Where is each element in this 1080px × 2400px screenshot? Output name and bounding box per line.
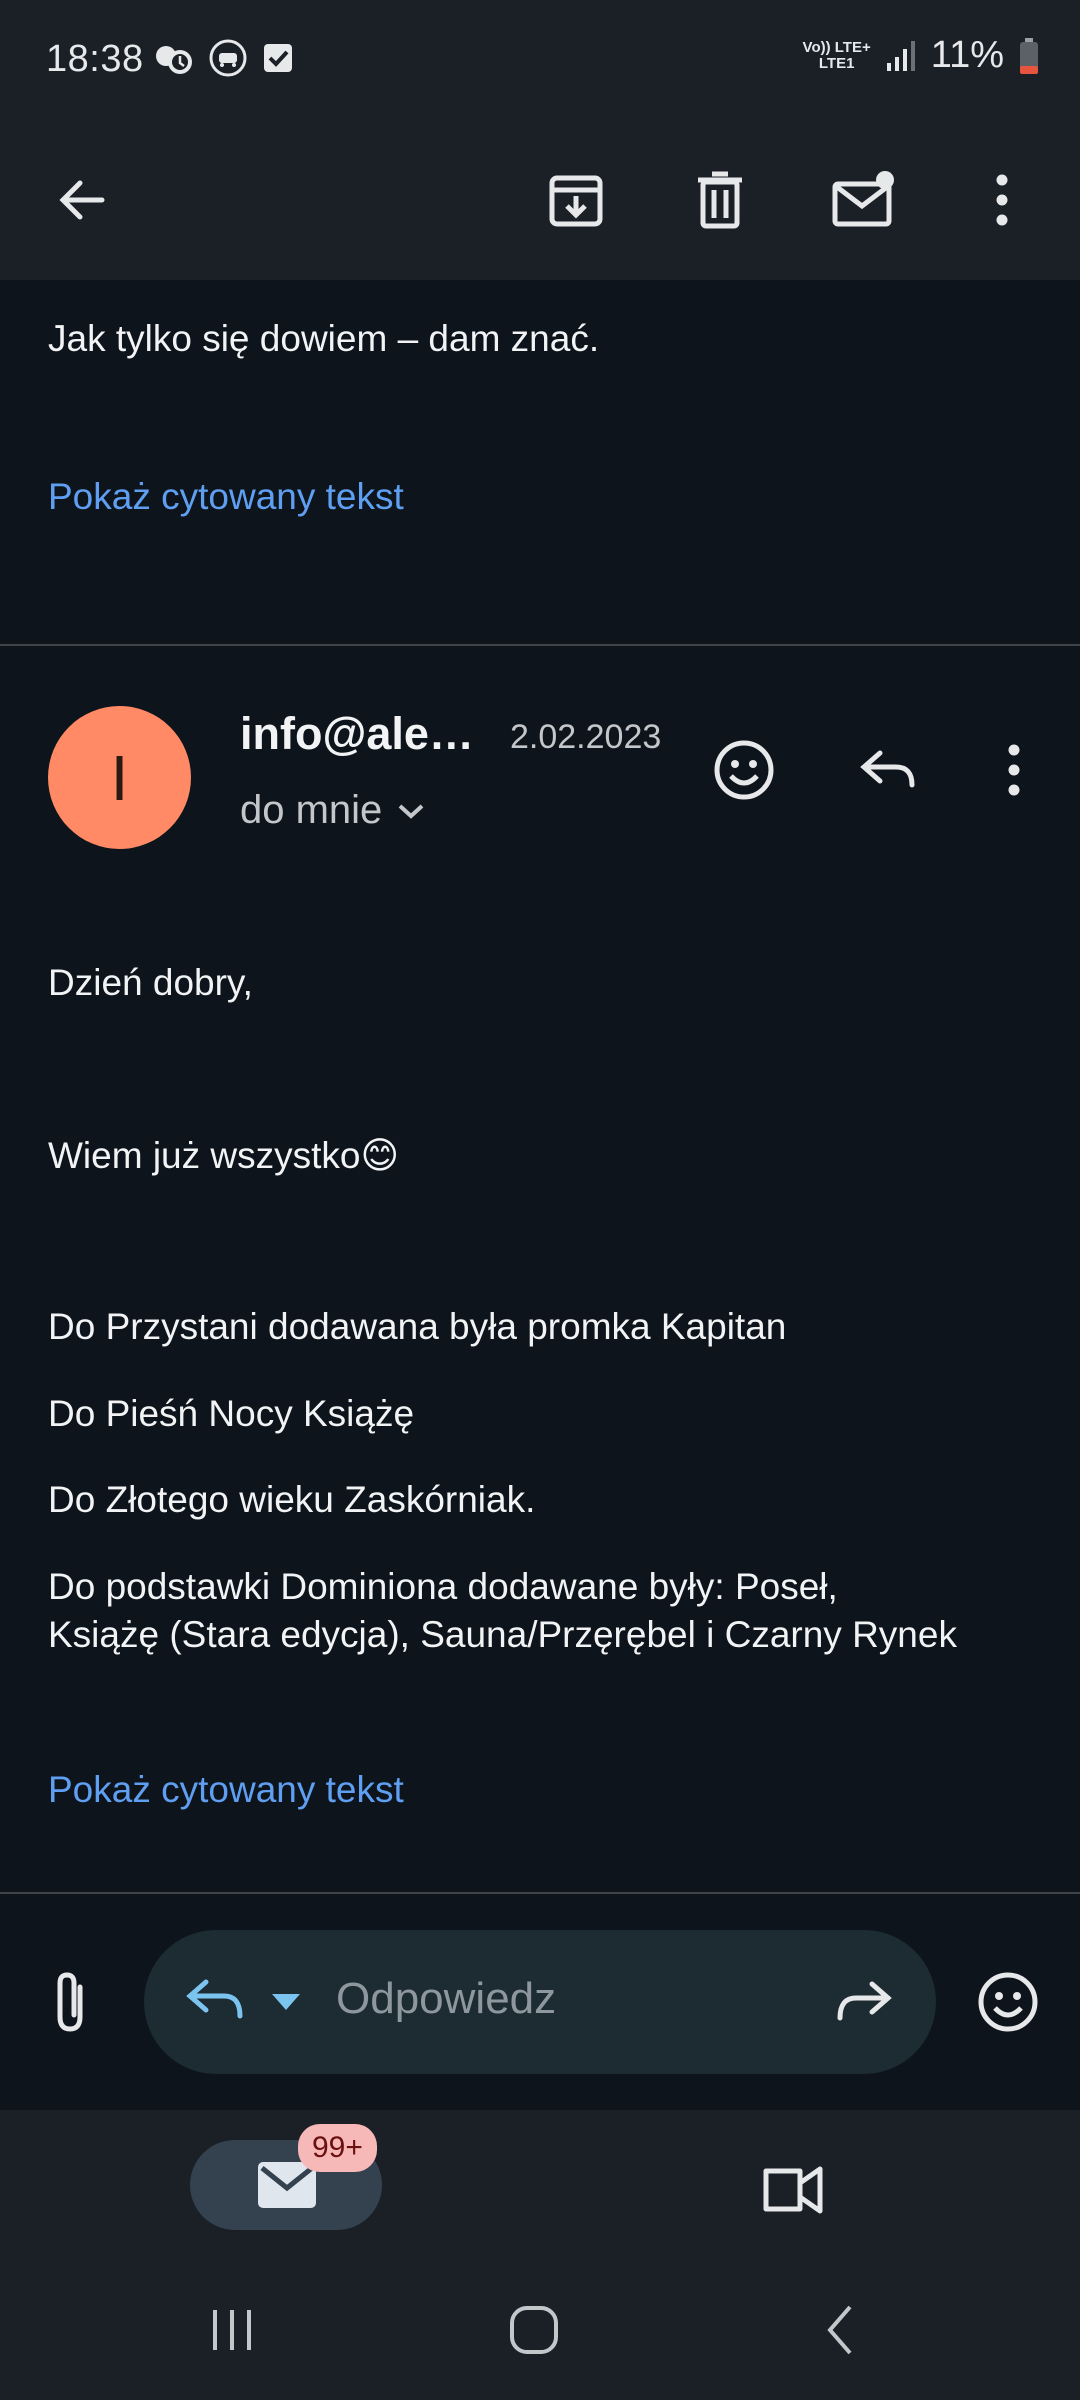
arrow-left-icon [59, 180, 105, 220]
message-body-line: Książę (Stara edycja), Sauna/Przęrębel i… [48, 1614, 957, 1655]
attach-button[interactable] [30, 1956, 110, 2048]
network-label-top: Vo)) LTE+ [802, 38, 871, 56]
network-label-bottom: LTE1 [818, 54, 855, 72]
message-body-line: Do podstawki Dominiona dodawane były: Po… [48, 1566, 838, 1607]
reply-icon [186, 1979, 243, 2019]
emoji-button[interactable] [968, 1958, 1048, 2046]
message-body-line: Dzień dobry, [48, 962, 253, 1003]
top-toolbar [0, 120, 1080, 280]
archive-button[interactable] [532, 156, 620, 244]
show-quoted-link[interactable]: Pokaż cytowany tekst [48, 1769, 404, 1811]
mail-unread-icon [832, 171, 894, 227]
thread-content: Jak tylko się dowiem – dam znać. Pokaż c… [0, 280, 1080, 1894]
status-system-icons: Vo)) LTE+ LTE1 11% [803, 34, 1040, 77]
smiley-icon [714, 740, 774, 800]
signal-icon [886, 40, 915, 71]
recipient-toggle[interactable]: do mnie [240, 788, 426, 833]
recents-icon [213, 2310, 251, 2350]
react-emoji-button[interactable] [700, 726, 788, 814]
message-date: 2.02.2023 [510, 718, 662, 756]
network-indicator: Vo)) LTE+ LTE1 [802, 38, 871, 72]
back-button[interactable] [38, 156, 126, 244]
trash-icon [698, 171, 742, 229]
mark-unread-button[interactable] [820, 156, 908, 244]
battery-icon [1020, 37, 1038, 74]
more-vert-icon [1008, 744, 1020, 796]
status-notification-icons [152, 38, 296, 78]
battery-percent: 11% [930, 34, 1004, 76]
home-button[interactable] [494, 2296, 574, 2364]
avatar[interactable]: I [48, 706, 191, 849]
bottom-navigation: 99+ [0, 2110, 1080, 2260]
status-bar: 18:38 Vo)) LTE+ LTE1 11% [0, 0, 1080, 120]
system-back-button[interactable] [800, 2296, 880, 2364]
more-options-button[interactable] [958, 156, 1046, 244]
reply-input-pill[interactable]: Odpowiedz [144, 1930, 936, 2074]
message-more-button[interactable] [970, 726, 1058, 814]
reply-icon [860, 750, 915, 788]
message-divider [0, 644, 1080, 646]
chevron-left-icon [827, 2305, 852, 2355]
smiley-icon [978, 1972, 1038, 2032]
home-icon [510, 2306, 558, 2354]
reply-button[interactable] [844, 726, 932, 814]
video-camera-icon [763, 2166, 823, 2214]
chevron-down-icon [398, 804, 424, 819]
message-body-line: Do Złotego wieku Zaskórniak. [48, 1479, 536, 1520]
show-quoted-link[interactable]: Pokaż cytowany tekst [48, 476, 404, 518]
message-body-line: Do Przystani dodawana była promka Kapita… [48, 1306, 787, 1347]
caret-down-icon[interactable] [270, 1992, 302, 2012]
avatar-letter: I [110, 741, 129, 814]
recipient-label: do mnie [240, 788, 383, 832]
status-time: 18:38 [46, 38, 144, 80]
message-body-line: Do Pieśń Nocy Książę [48, 1393, 415, 1434]
car-icon [209, 39, 247, 77]
previous-message-body: Jak tylko się dowiem – dam znać. [48, 318, 600, 359]
checkbox-icon [264, 44, 292, 72]
reply-placeholder[interactable]: Odpowiedz [336, 1974, 556, 2024]
delete-button[interactable] [676, 156, 764, 244]
recents-button[interactable] [192, 2300, 272, 2360]
more-vert-icon [996, 174, 1008, 226]
forward-icon[interactable] [834, 1976, 894, 2026]
mail-unread-badge: 99+ [298, 2124, 377, 2172]
sender-name[interactable]: info@ale… [240, 708, 474, 760]
bolt-moon-icon [156, 46, 192, 74]
nav-meet-tab[interactable] [748, 2150, 838, 2230]
system-navigation-bar [0, 2260, 1080, 2400]
archive-icon [549, 175, 603, 227]
reply-bar: Odpowiedz [0, 1894, 1080, 2110]
paperclip-icon [57, 1972, 83, 2032]
message-body-line: Wiem już wszystko😊 [48, 1135, 400, 1176]
